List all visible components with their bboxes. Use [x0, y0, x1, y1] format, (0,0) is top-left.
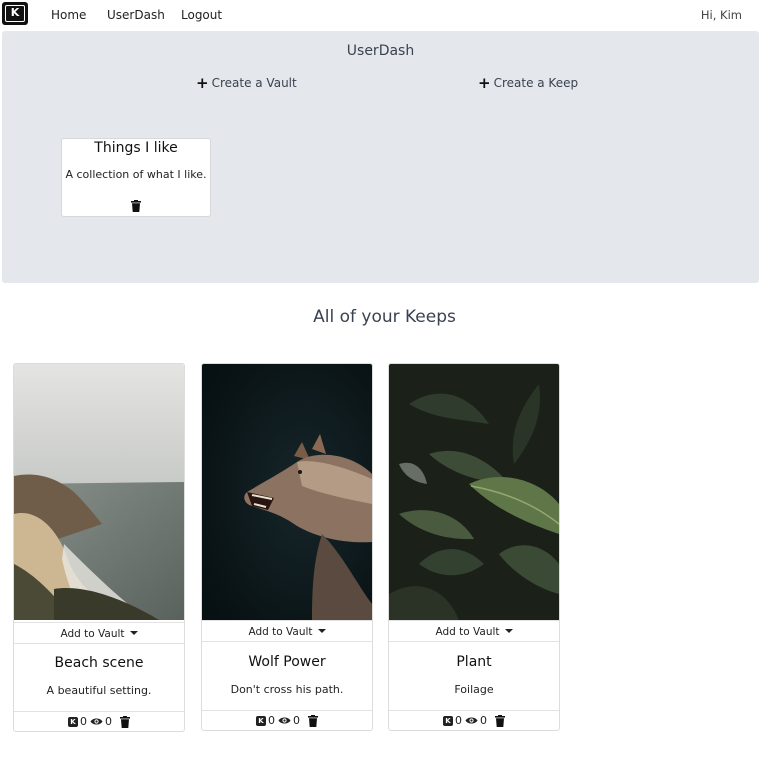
add-to-vault-label: Add to Vault: [60, 628, 125, 640]
caret-down-icon: [504, 629, 513, 633]
create-keep-label: Create a Keep: [493, 76, 579, 90]
add-to-vault-dropdown[interactable]: Add to Vault: [389, 620, 559, 642]
navbar: K Home UserDash Logout Hi, Kim: [0, 0, 769, 30]
keeps-section-title: All of your Keeps: [313, 307, 456, 327]
keep-card[interactable]: Add to Vault Beach scene A beautiful set…: [13, 363, 185, 732]
user-greeting: Hi, Kim: [700, 8, 742, 22]
keep-card[interactable]: Add to Vault Plant Foilage K 0 0: [388, 363, 560, 731]
keep-icon: K: [443, 715, 453, 726]
nav-home-link[interactable]: Home: [51, 8, 86, 22]
create-vault-label: Create a Vault: [211, 76, 297, 90]
keep-description: Foilage: [454, 683, 494, 696]
keep-stats-bar: K 0 0: [14, 711, 184, 731]
keep-description: Don't cross his path.: [230, 683, 344, 696]
eye-icon: [465, 716, 478, 725]
vault-name: Things I like: [94, 140, 178, 156]
dashboard-panel: UserDash + Create a Vault + Create a Keep …: [2, 31, 759, 283]
create-vault-button[interactable]: + Create a Vault: [196, 74, 297, 92]
create-keep-button[interactable]: + Create a Keep: [478, 74, 578, 92]
keep-name: Plant: [456, 654, 492, 670]
beach-photo[interactable]: [14, 364, 184, 620]
trash-icon[interactable]: [131, 197, 141, 216]
logo-letter: K: [5, 5, 25, 22]
wolf-photo[interactable]: [202, 364, 372, 620]
caret-down-icon: [129, 631, 138, 635]
trash-icon[interactable]: [120, 715, 130, 728]
keep-name: Wolf Power: [248, 654, 326, 670]
keeps-count: 0: [455, 714, 462, 727]
keep-description: A beautiful setting.: [46, 684, 152, 697]
keep-stats-bar: K 0 0: [389, 710, 559, 730]
vault-card[interactable]: Things I like A collection of what I lik…: [61, 138, 211, 217]
keep-card[interactable]: Add to Vault Wolf Power Don't cross his …: [201, 363, 373, 731]
trash-icon[interactable]: [308, 714, 318, 727]
add-to-vault-label: Add to Vault: [435, 626, 500, 638]
keep-stats-bar: K 0 0: [202, 710, 372, 730]
add-to-vault-label: Add to Vault: [248, 626, 313, 638]
vault-description: A collection of what I like.: [65, 168, 207, 181]
eye-icon: [278, 716, 291, 725]
add-to-vault-dropdown[interactable]: Add to Vault: [14, 622, 184, 644]
nav-logout-link[interactable]: Logout: [181, 8, 222, 22]
keeps-count: 0: [268, 714, 275, 727]
plant-photo[interactable]: [389, 364, 559, 620]
keeps-count: 0: [80, 715, 87, 728]
views-count: 0: [480, 714, 487, 727]
plus-icon: +: [196, 74, 209, 92]
trash-icon[interactable]: [495, 714, 505, 727]
nav-userdash-link[interactable]: UserDash: [107, 8, 165, 22]
views-count: 0: [105, 715, 112, 728]
caret-down-icon: [317, 629, 326, 633]
plus-icon: +: [478, 74, 491, 92]
add-to-vault-dropdown[interactable]: Add to Vault: [202, 620, 372, 642]
views-count: 0: [293, 714, 300, 727]
keep-name: Beach scene: [54, 655, 144, 671]
eye-icon: [90, 717, 103, 726]
keepr-logo[interactable]: K: [2, 2, 28, 25]
page-title: UserDash: [346, 43, 415, 59]
keep-icon: K: [256, 715, 266, 726]
keep-icon: K: [68, 716, 78, 727]
